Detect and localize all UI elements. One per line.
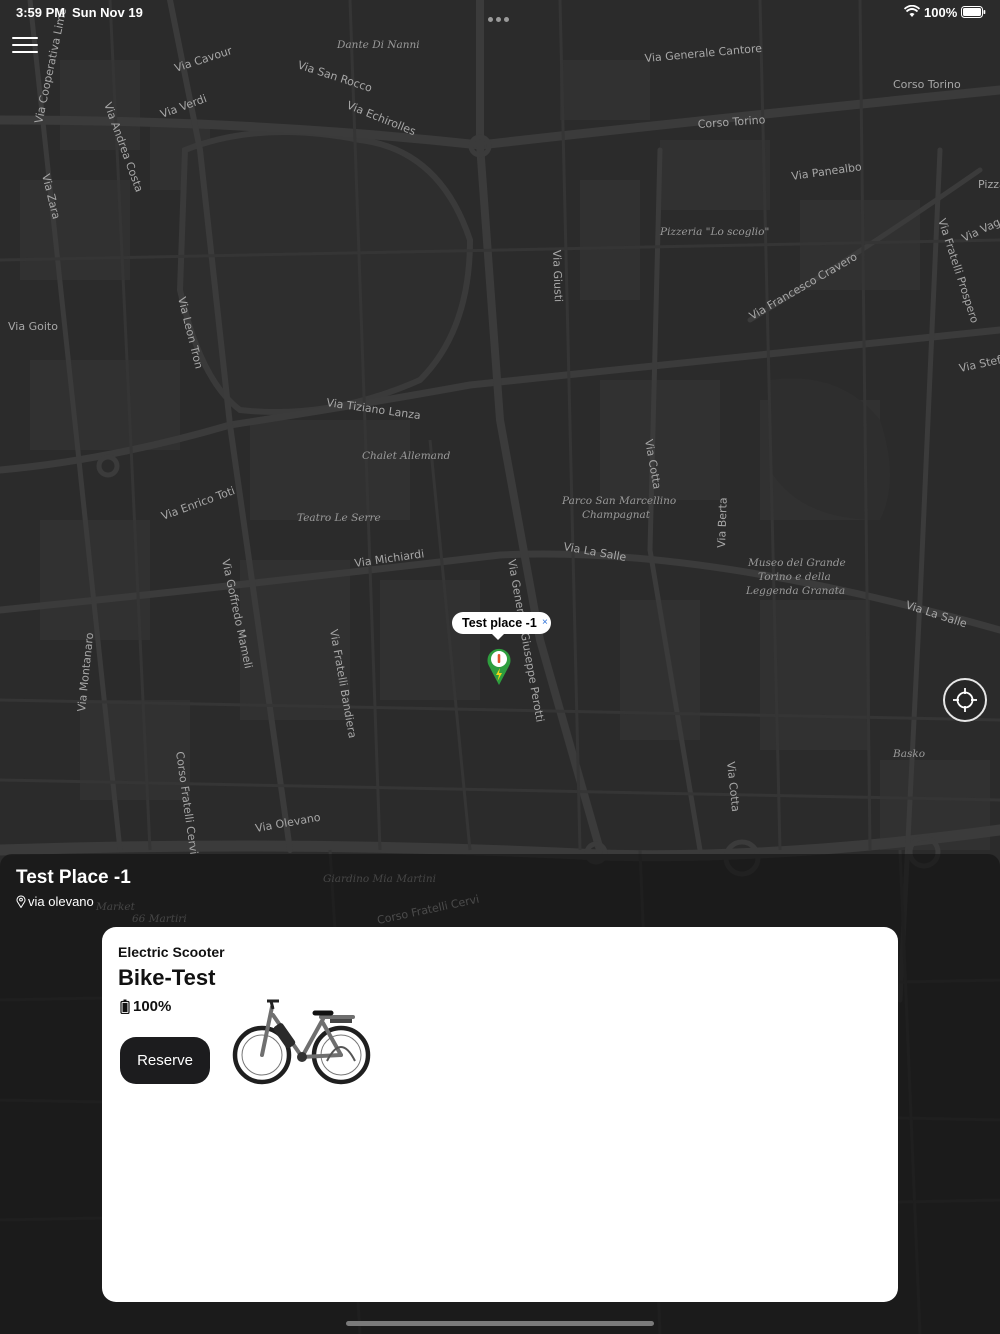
locate-me-button[interactable] xyxy=(943,678,987,722)
svg-text:Corso Torino: Corso Torino xyxy=(893,78,961,91)
pin-callout-label: Test place -1 xyxy=(462,616,537,630)
menu-icon[interactable] xyxy=(12,37,38,55)
svg-text:Via Goito: Via Goito xyxy=(8,320,58,333)
svg-text:Parco San Marcellino: Parco San Marcellino xyxy=(561,495,676,507)
battery-percentage: 100% xyxy=(133,998,172,1015)
svg-text:Pizza: Pizza xyxy=(978,178,1000,191)
status-date: Sun Nov 19 xyxy=(72,5,143,20)
svg-text:Leggenda Granata: Leggenda Granata xyxy=(745,585,845,597)
vehicle-card[interactable]: Electric Scooter Bike-Test 100% Reserve xyxy=(102,927,898,1302)
location-pin-icon xyxy=(16,895,26,908)
svg-text:Museo del Grande: Museo del Grande xyxy=(747,557,846,569)
status-time: 3:59 PM xyxy=(16,5,66,20)
svg-text:Via Giusti: Via Giusti xyxy=(550,250,565,303)
place-address: via olevano xyxy=(28,894,94,909)
pin-callout[interactable]: Test place -1 × xyxy=(452,612,551,640)
svg-text:Basko: Basko xyxy=(892,748,925,760)
vehicle-battery: 100% xyxy=(120,998,171,1015)
charging-station-pin-icon[interactable] xyxy=(486,646,512,686)
place-address-row: via olevano xyxy=(16,894,94,909)
svg-text:Teatro Le Serre: Teatro Le Serre xyxy=(297,512,381,524)
status-battery-percent: 100% xyxy=(924,5,958,20)
battery-icon xyxy=(961,6,986,18)
svg-text:Dante Di Nanni: Dante Di Nanni xyxy=(336,39,420,51)
reserve-button[interactable]: Reserve xyxy=(120,1037,210,1084)
svg-text:Champagnat: Champagnat xyxy=(582,509,651,521)
crosshair-icon xyxy=(953,688,977,712)
vehicle-name: Bike-Test xyxy=(118,965,216,990)
battery-level-icon xyxy=(120,999,130,1014)
vehicle-type: Electric Scooter xyxy=(118,944,225,960)
svg-text:Chalet Allemand: Chalet Allemand xyxy=(362,450,451,462)
status-bar: 3:59 PM Sun Nov 19 100% xyxy=(0,0,1000,24)
svg-text:Pizzeria "Lo scoglio": Pizzeria "Lo scoglio" xyxy=(659,226,769,238)
place-title: Test Place -1 xyxy=(16,867,131,888)
home-indicator[interactable] xyxy=(346,1321,654,1326)
multitasking-dots-icon[interactable] xyxy=(488,9,512,22)
e-bike-image xyxy=(232,999,371,1085)
callout-close-icon[interactable]: × xyxy=(542,612,548,634)
svg-text:Torino e della: Torino e della xyxy=(758,571,831,583)
svg-text:Via Berta: Via Berta xyxy=(715,497,730,548)
wifi-icon xyxy=(904,5,920,17)
